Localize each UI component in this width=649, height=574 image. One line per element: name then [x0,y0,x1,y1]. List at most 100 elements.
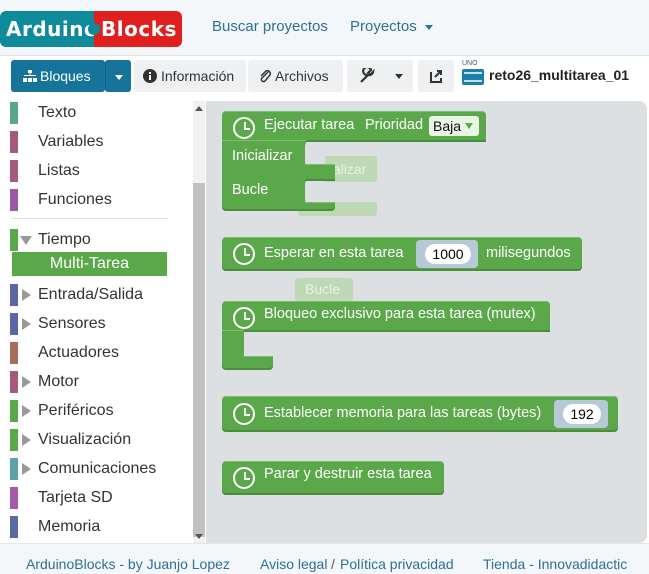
sidebar-item-texto[interactable]: Texto [10,101,190,125]
category-sidebar: Multi-Tarea Texto Variables Listas Funcione… [0,101,205,543]
wait-unit-label: milisegundos [486,245,571,261]
expand-arrow-icon[interactable] [22,463,31,475]
caret-down-icon [424,24,433,30]
task-priority-label: Prioridad [365,117,424,133]
wait-value-input[interactable]: 1000 [425,244,471,264]
footer: ArduinoBlocks - by Juanjo Lopez Aviso le… [0,543,649,574]
mutex-statement-socket [244,332,272,357]
wait-label: Esperar en esta tarea [264,245,404,261]
expand-arrow-icon[interactable] [22,405,31,417]
stop-block[interactable]: Parar y destruir esta tarea [222,461,444,495]
blocks-dropdown-toggle[interactable] [105,60,131,92]
caret-down-icon [395,74,403,79]
share-button[interactable] [418,60,454,92]
collapse-arrow-icon[interactable] [20,236,32,245]
category-color-bar [10,131,18,153]
category-color-bar [10,229,18,251]
expand-arrow-icon[interactable] [22,434,31,446]
logo-part-arduino: Arduino [0,11,98,47]
wait-clock-icon [233,243,255,265]
sidebar-item-label: Visualización [38,431,132,448]
sidebar-item-label: Actuadores [38,344,119,361]
sidebar-item-actuadores[interactable]: Actuadores [10,341,190,365]
task-init-socket [305,142,325,166]
sidebar-item-label: Periféricos [38,402,114,419]
info-button-label: Información [161,68,235,84]
sidebar-item-label: Memoria [38,518,101,535]
nav-projects-dropdown[interactable]: Proyectos [350,18,433,35]
category-color-bar [10,400,18,422]
sidebar-item-comunicaciones[interactable]: Comunicaciones [10,457,190,481]
category-color-bar [10,458,18,480]
tools-dropdown-button[interactable] [347,60,413,92]
category-color-bar [10,102,18,124]
category-color-bar [10,429,18,451]
sidebar-item-tiempo[interactable]: Tiempo [10,228,190,252]
sidebar-scrollbar-thumb[interactable] [193,183,205,537]
category-color-bar [10,371,18,393]
category-color-bar [10,189,18,211]
sidebar-item-label: Listas [38,162,80,179]
task-clock-icon [233,117,255,139]
logo-puzzle-knob [88,23,100,35]
sidebar-item-label: Texto [38,104,77,121]
mutex-block-header: Bloqueo exclusivo para esta tarea (mutex… [222,301,550,332]
sidebar-item-entrada-salida[interactable]: Entrada/Salida [10,283,190,307]
files-button[interactable]: Archivos [248,60,343,92]
footer-store-link[interactable]: Tienda - Innovadidactic [483,556,627,572]
task-block-body: Inicializar Bucle [222,140,306,211]
paperclip-icon [260,69,272,83]
blocks-button-label: Bloques [40,68,91,84]
task-block-spine [305,164,335,181]
sidebar-divider [12,218,168,219]
stop-label: Parar y destruir esta tarea [264,466,432,482]
sidebar-item-memoria[interactable]: Memoria [10,515,190,539]
ghost-block-loop: Bucle [295,278,353,301]
logo-part-blocks: Blocks [94,11,182,47]
sidebar-item-funciones[interactable]: Funciones [10,188,190,212]
sidebar-item-visualizaci-n[interactable]: Visualización [10,428,190,452]
footer-legal-link[interactable]: Aviso legal [260,556,327,572]
memory-clock-icon [233,403,255,425]
sidebar-item-perif-ricos[interactable]: Periféricos [10,399,190,423]
sidebar-item-label: Entrada/Salida [38,286,143,303]
mutex-clock-icon [233,307,255,329]
expand-arrow-icon[interactable] [22,289,31,301]
wait-block[interactable]: Esperar en esta tarea 1000 milisegundos [222,237,582,271]
footer-privacy-link[interactable]: Política privacidad [340,556,454,572]
toolbar: Bloques Información Archivos UNO reto26_… [0,57,649,101]
priority-dropdown-value: Baja [433,118,462,134]
memory-label: Establecer memoria para las tareas (byte… [264,405,542,421]
ghost-block-loop-label: Bucle [305,281,341,297]
blocks-button[interactable]: Bloques [11,60,105,92]
board-badge: UNO [462,60,478,67]
nav-search-projects[interactable]: Buscar proyectos [212,18,328,35]
dropdown-triangle-icon [465,123,473,129]
stop-clock-icon [233,467,255,489]
memory-block[interactable]: Establecer memoria para las tareas (byte… [222,396,618,432]
footer-credit-link[interactable]: ArduinoBlocks - by Juanjo Lopez [26,556,230,572]
sidebar-item-variables[interactable]: Variables [10,130,190,154]
sidebar-item-sensores[interactable]: Sensores [10,312,190,336]
blockly-workspace[interactable]: Inicializar Bucle Ejecutar tarea Priorid… [206,101,647,543]
expand-arrow-icon[interactable] [22,318,31,330]
arduino-board-icon: UNO [460,60,486,89]
wrench-icon [360,68,375,83]
info-button[interactable]: Información [134,60,246,92]
priority-dropdown[interactable]: Baja [429,116,479,136]
sidebar-item-tarjeta-sd[interactable]: Tarjeta SD [10,486,190,510]
scroll-down-arrow-icon[interactable] [195,534,203,539]
category-color-bar [10,160,18,182]
sidebar-item-motor[interactable]: Motor [10,370,190,394]
project-name[interactable]: reto26_multitarea_01 [489,67,629,83]
category-color-bar [10,487,18,509]
sidebar-item-multi-tarea[interactable]: Multi-Tarea [12,252,167,276]
expand-arrow-icon[interactable] [22,376,31,388]
info-circle-icon [143,69,157,83]
memory-value-input[interactable]: 192 [563,404,601,424]
sidebar-item-listas[interactable]: Listas [10,159,190,183]
share-icon [430,70,442,83]
sidebar-item-label: Tiempo [38,231,91,248]
mutex-label: Bloqueo exclusivo para esta tarea (mutex… [264,306,536,322]
scroll-up-arrow-icon[interactable] [195,106,203,111]
